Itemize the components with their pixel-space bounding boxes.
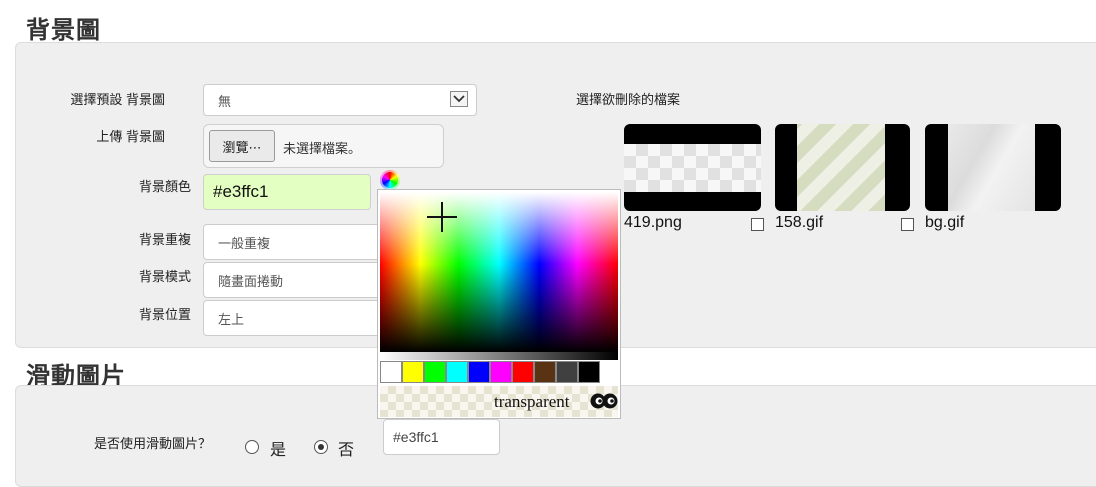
swatch-yellow[interactable]	[402, 361, 424, 383]
chevron-down-icon[interactable]	[450, 91, 468, 107]
swatch-row	[380, 361, 618, 385]
upload-background-label: 上傳 背景圖	[96, 129, 165, 144]
delete-files-label: 選擇欲刪除的檔案	[576, 92, 681, 107]
background-position-label: 背景位置	[138, 307, 191, 322]
background-position-select[interactable]: 左上	[203, 300, 393, 336]
file-name-419: 419.png	[624, 214, 682, 231]
background-repeat-value: 一般重複	[218, 235, 271, 251]
transparent-label: transparent	[494, 392, 570, 411]
background-mode-select[interactable]: 隨畫面捲動	[203, 262, 393, 298]
slider-yes-radio[interactable]	[245, 440, 259, 454]
preset-background-select[interactable]: 無	[203, 84, 477, 116]
swatch-cyan[interactable]	[446, 361, 468, 383]
delete-checkbox-419[interactable]	[751, 218, 764, 231]
slider-no-label: 否	[338, 442, 355, 459]
thumbnail-158-gif[interactable]	[775, 124, 910, 211]
preset-background-label: 選擇預設 背景圖	[70, 92, 165, 107]
preset-background-value: 無	[218, 93, 232, 109]
slider-yes-label: 是	[270, 442, 287, 459]
swatch-blue[interactable]	[468, 361, 490, 383]
color-spectrum[interactable]	[380, 192, 618, 352]
swatch-white[interactable]	[380, 361, 402, 383]
file-name-bg: bg.gif	[925, 214, 965, 231]
background-repeat-select[interactable]: 一般重複	[203, 224, 393, 260]
background-mode-label: 背景模式	[138, 269, 191, 284]
section-title-background: 背景圖	[26, 17, 101, 44]
swatch-dark-gray[interactable]	[556, 361, 578, 383]
no-file-selected-text: 未選擇檔案。	[283, 141, 362, 156]
swatch-black[interactable]	[578, 361, 600, 383]
thumbnail-bg-gif[interactable]	[925, 124, 1061, 211]
swatch-green[interactable]	[424, 361, 446, 383]
background-color-label: 背景顏色	[138, 179, 191, 194]
thumbnail-419-png[interactable]	[624, 124, 761, 211]
color-wheel-icon[interactable]	[380, 170, 400, 190]
file-upload-field: 瀏覽⋯ 未選擇檔案。	[203, 124, 444, 168]
swatch-brown[interactable]	[534, 361, 556, 383]
color-picker-popup: transparent	[377, 189, 621, 419]
background-position-value: 左上	[218, 311, 245, 327]
file-name-158: 158.gif	[775, 214, 824, 231]
delete-checkbox-158[interactable]	[901, 218, 914, 231]
background-color-input[interactable]: #e3ffc1	[203, 174, 371, 210]
slider-color-field[interactable]: #e3ffc1	[383, 419, 500, 455]
eyes-icon	[590, 390, 618, 412]
swatch-red[interactable]	[512, 361, 534, 383]
grayscale-bar[interactable]	[380, 352, 618, 360]
transparent-option[interactable]: transparent	[380, 386, 618, 417]
background-mode-value: 隨畫面捲動	[218, 273, 284, 289]
background-repeat-label: 背景重複	[138, 232, 191, 247]
browse-button[interactable]: 瀏覽⋯	[209, 130, 275, 162]
use-slider-label: 是否使用滑動圖片？	[94, 436, 212, 451]
swatch-magenta[interactable]	[490, 361, 512, 383]
slider-no-radio[interactable]	[314, 440, 328, 454]
